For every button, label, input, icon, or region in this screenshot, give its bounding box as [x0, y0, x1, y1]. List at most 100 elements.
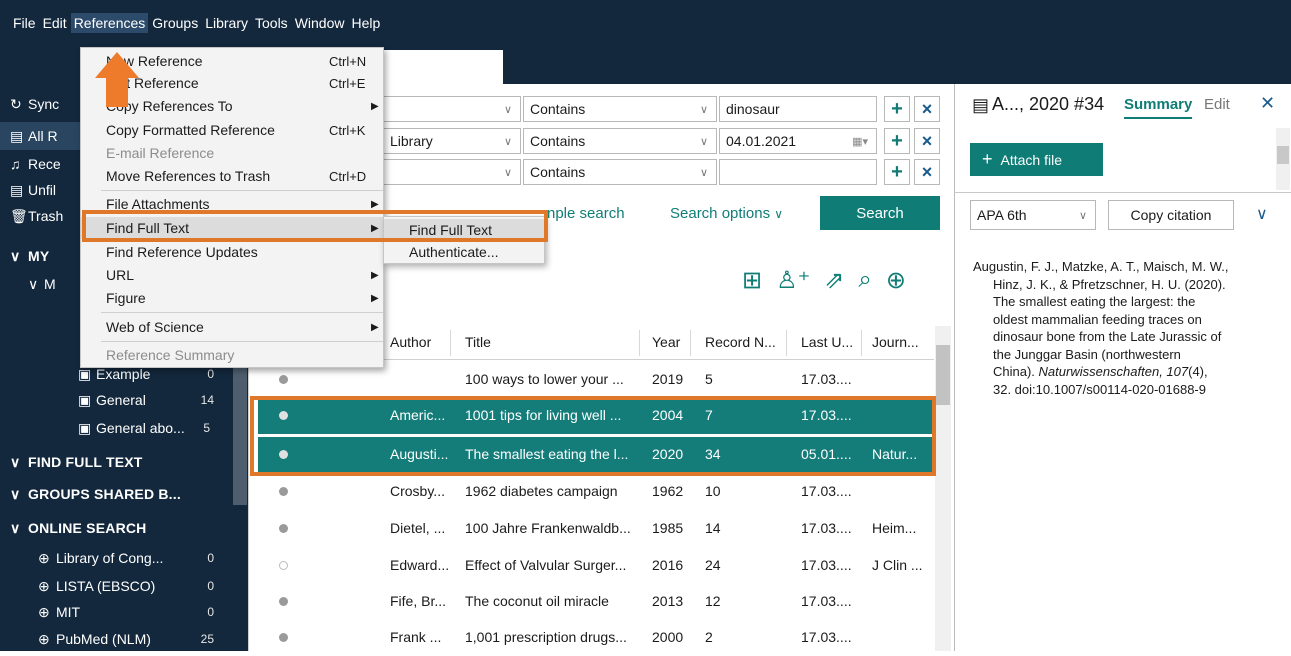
annotation-find-full-text — [82, 210, 548, 242]
chevron-down-icon: ∨ — [1078, 209, 1087, 222]
menu-item-move-to-trash[interactable]: Move References to Trash Ctrl+D — [81, 165, 383, 187]
search-field-select-2[interactable]: Library ∨ — [383, 128, 521, 154]
chevron-down-icon: ∨ — [503, 103, 512, 116]
bell-icon: ♫ — [10, 156, 21, 172]
group-icon: ▣ — [78, 419, 92, 436]
remove-row-button[interactable]: × — [914, 96, 940, 122]
sidebar-item-general[interactable]: ▣ General 14 — [0, 386, 232, 414]
menu-item-url[interactable]: URL ▶ — [81, 264, 383, 286]
column-author[interactable]: Author — [390, 334, 431, 350]
chevron-down-icon: ∨ — [503, 166, 512, 179]
menu-bar: File Edit References Groups Library Tool… — [0, 10, 1291, 36]
sidebar-item-pubmed[interactable]: ⊕ PubMed (NLM) 25 — [0, 625, 232, 653]
sidebar-item-lista[interactable]: ⊕ LISTA (EBSCO) 0 — [0, 572, 232, 600]
globe-icon: ⊕ — [38, 577, 50, 594]
menu-item-copy-formatted[interactable]: Copy Formatted Reference Ctrl+K — [81, 119, 383, 141]
menu-window[interactable]: Window — [292, 13, 348, 33]
sync-icon: ↻ — [10, 95, 22, 112]
table-row[interactable]: Fife, Br... The coconut oil miracle 2013… — [258, 584, 934, 620]
search-button[interactable]: Search — [820, 196, 940, 230]
menu-file[interactable]: File — [10, 13, 39, 33]
search-value-input-1[interactable]: dinosaur — [719, 96, 877, 122]
menu-edit[interactable]: Edit — [40, 13, 70, 33]
menu-item-web-of-science[interactable]: Web of Science ▶ — [81, 316, 383, 338]
menu-help[interactable]: Help — [348, 13, 383, 33]
remove-row-button[interactable]: × — [914, 128, 940, 154]
summary-header: ▤ A..., 2020 #34 Summary Edit ✕ — [954, 84, 1291, 128]
table-row[interactable]: Dietel, ... 100 Jahre Frankenwaldb... 19… — [258, 511, 934, 547]
globe-icon: ⊕ — [38, 603, 50, 620]
menu-item-figure[interactable]: Figure ▶ — [81, 287, 383, 309]
document-icon: ▤ — [10, 127, 24, 144]
annotation-arrow-icon — [95, 52, 139, 78]
summary-scroll-thumb[interactable] — [1277, 146, 1289, 164]
column-title[interactable]: Title — [465, 334, 491, 350]
trash-icon: 🗑 — [10, 207, 28, 224]
menu-item-email-reference[interactable]: E-mail Reference — [81, 142, 383, 164]
sidebar-heading-online-search[interactable]: ∨ ONLINE SEARCH — [0, 514, 232, 542]
sidebar-heading-groups-shared[interactable]: ∨ GROUPS SHARED B... — [0, 480, 232, 508]
annotation-rows-highlight — [250, 396, 936, 476]
menu-item-find-reference-updates[interactable]: Find Reference Updates — [81, 241, 383, 263]
document-icon: ▤ — [972, 95, 990, 115]
menu-groups[interactable]: Groups — [149, 13, 201, 33]
attach-file-button[interactable]: + Attach file — [970, 143, 1103, 176]
add-row-button[interactable]: + — [884, 128, 910, 154]
menu-library[interactable]: Library — [202, 13, 251, 33]
search-operator-select-3[interactable]: Contains ∨ — [523, 159, 717, 185]
table-scroll-thumb[interactable] — [936, 345, 950, 405]
menu-item-authenticate[interactable]: Authenticate... — [384, 241, 544, 263]
status-dot-icon — [279, 487, 288, 496]
group-icon: ▣ — [78, 365, 92, 382]
chevron-down-icon: ∨ — [699, 166, 708, 179]
table-row[interactable]: Edward... Effect of Valvular Surger... 2… — [258, 548, 934, 584]
column-last-updated[interactable]: Last U... — [801, 334, 853, 350]
calendar-icon[interactable]: ▦▾ — [852, 135, 868, 148]
column-year[interactable]: Year — [652, 334, 680, 350]
online-search-icon[interactable]: ⊕ — [886, 266, 906, 300]
open-link-icon[interactable]: ⇗ — [824, 266, 844, 300]
search-value-input-3[interactable] — [719, 159, 877, 185]
chevron-down-icon[interactable]: ∨ — [1256, 204, 1268, 224]
menu-references[interactable]: References — [70, 13, 149, 33]
annotation-arrow-stem — [106, 77, 128, 107]
search-options-link[interactable]: Search options ∨ — [670, 205, 783, 222]
chevron-down-icon: ∨ — [10, 519, 21, 536]
group-icon: ▣ — [78, 391, 92, 408]
sidebar-heading-find-full-text[interactable]: ∨ FIND FULL TEXT — [0, 448, 232, 476]
close-icon[interactable]: ✕ — [1260, 93, 1275, 114]
tab-summary[interactable]: Summary — [1124, 96, 1193, 119]
status-dot-icon — [279, 524, 288, 533]
search-field-select-1[interactable]: ∨ — [383, 96, 521, 122]
menu-item-reference-summary[interactable]: Reference Summary — [81, 344, 383, 366]
tab-edit[interactable]: Edit — [1204, 96, 1230, 113]
search-operator-select-1[interactable]: Contains ∨ — [523, 96, 717, 122]
sidebar-item-library-of-congress[interactable]: ⊕ Library of Cong... 0 — [0, 544, 232, 572]
column-journal[interactable]: Journ... — [872, 334, 919, 350]
add-row-button[interactable]: + — [884, 159, 910, 185]
column-record-number[interactable]: Record N... — [705, 334, 776, 350]
add-row-button[interactable]: + — [884, 96, 910, 122]
sidebar-item-mit[interactable]: ⊕ MIT 0 — [0, 598, 232, 626]
share-icon[interactable]: ♙⁺ — [776, 266, 810, 300]
library-tab[interactable] — [383, 50, 503, 84]
find-pdf-icon[interactable]: ⌕ — [858, 266, 871, 300]
simple-search-link[interactable]: nple search — [547, 205, 625, 222]
insert-citation-icon[interactable]: ⊞ — [742, 266, 762, 300]
search-value-input-2[interactable]: 04.01.2021 ▦▾ — [719, 128, 877, 154]
menu-tools[interactable]: Tools — [252, 13, 291, 33]
reference-toolbar: ⊞ ♙⁺ ⇗ ⌕ ⊕ — [742, 266, 942, 300]
chevron-right-icon: ▶ — [371, 198, 379, 210]
search-field-select-3[interactable]: ∨ — [383, 159, 521, 185]
table-row[interactable]: Crosby... 1962 diabetes campaign 1962 10… — [258, 474, 934, 510]
remove-row-button[interactable]: × — [914, 159, 940, 185]
copy-citation-button[interactable]: Copy citation — [1108, 200, 1234, 230]
document-icon: ▤ — [10, 181, 24, 198]
status-check-icon — [279, 561, 288, 570]
chevron-down-icon: ∨ — [10, 485, 21, 502]
status-dot-icon — [279, 375, 288, 384]
chevron-right-icon: ▶ — [371, 269, 379, 281]
sidebar-item-general-abo[interactable]: ▣ General abo... 5 — [0, 414, 232, 442]
search-operator-select-2[interactable]: Contains ∨ — [523, 128, 717, 154]
citation-style-select[interactable]: APA 6th ∨ — [970, 200, 1096, 230]
